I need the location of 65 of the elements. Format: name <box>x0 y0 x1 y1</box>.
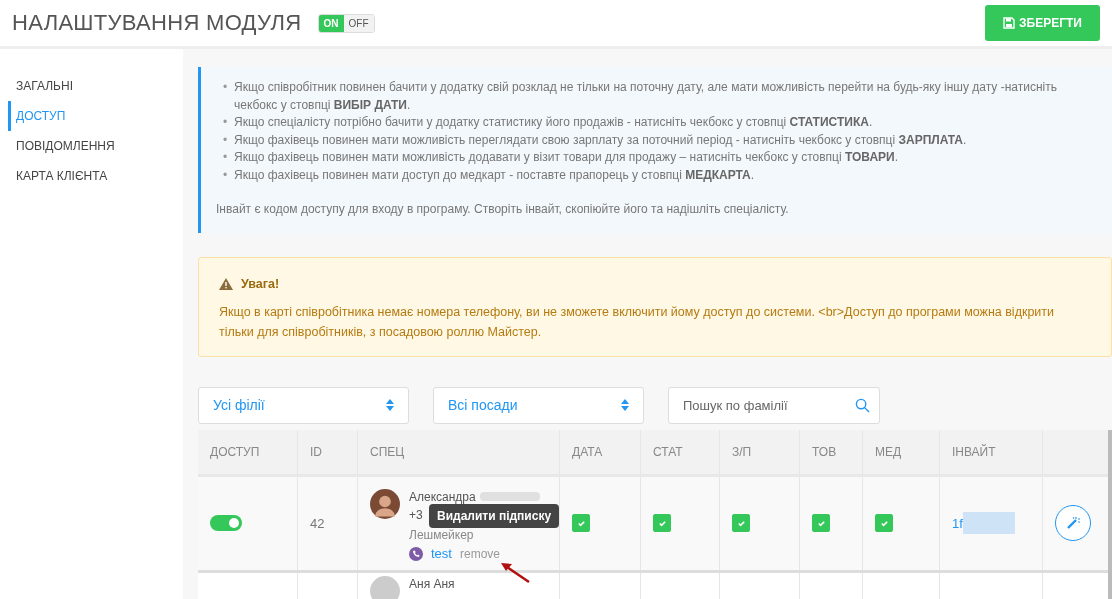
specialist-name: Александра <box>409 488 476 505</box>
info-note: Інвайт є кодом доступу для входу в програму. Створіть інвайт, скопіюйте його та надішліть спеціалісту. <box>216 201 790 218</box>
page-title: НАЛАШТУВАННЯ МОДУЛЯ <box>12 10 302 36</box>
position-dropdown[interactable]: Всі посади <box>433 386 644 424</box>
redacted-bar <box>479 492 540 501</box>
checkbox[interactable] <box>572 514 590 532</box>
info-bullet: Якщо фахівець повинен мати можливість переглядати свою зарплату за поточний період - натисніть чекбокс у стовпці ЗАРПЛАТА. <box>234 131 967 149</box>
column-header: З/П <box>732 444 752 459</box>
check-icon <box>879 518 889 528</box>
column-header: МЕД <box>875 444 902 459</box>
check-icon <box>736 518 746 528</box>
column-header: ТОВ <box>812 444 837 459</box>
role-text: Лешмейкер <box>409 526 475 543</box>
bullet-marker: • <box>221 166 229 184</box>
switch-option[interactable]: ON <box>318 14 344 32</box>
info-bullet: Якщо фахівець повинен мати можливість додавати у візит товари для продажу – натисніть чекбокс у стовпці ТОВАРИ. <box>234 149 899 166</box>
switch-option[interactable]: OFF <box>343 14 374 32</box>
column-header: ID <box>310 444 322 459</box>
column-header: СТАТ <box>653 444 683 459</box>
warning-icon <box>219 277 233 290</box>
tooltip: Видалити підписку <box>429 503 560 528</box>
checkbox[interactable] <box>812 514 830 532</box>
check-icon <box>657 518 667 528</box>
bullet-marker: • <box>221 149 229 166</box>
info-bullet: Якщо співробітник повинен бачити у додатку свій розклад не тільки на поточну дату, але мати можливість перейти на будь-яку іншу дату -натисніть чекбокс у стовпці ВИБІР ДАТИ. <box>234 79 1058 114</box>
arrow-drawing <box>501 561 531 584</box>
invite-code[interactable]: 1f <box>952 515 963 531</box>
warning-text: Якщо в карті співробітника немає номера телефону, ви не зможете включити йому доступ до системи. <br>Доступ до програми можна відкрити тільки для співробітників, з посадовою роллю Майстер. <box>219 303 1056 341</box>
bullet-marker: • <box>221 131 229 149</box>
checkbox[interactable] <box>732 514 750 532</box>
column-header: СПЕЦ <box>370 444 405 459</box>
sidebar-item[interactable]: ЗАГАЛЬНІ <box>8 71 89 101</box>
magic-wand-icon <box>1066 516 1080 530</box>
bullet-marker: • <box>221 114 229 131</box>
check-icon <box>816 518 826 528</box>
branch-dropdown[interactable]: Усі філії <box>198 386 409 424</box>
save-button[interactable]: ЗБЕРЕГТИ <box>985 5 1100 41</box>
remove-link[interactable]: remove <box>459 545 500 562</box>
sidebar-item[interactable]: ПОВІДОМЛЕННЯ <box>8 131 131 161</box>
magic-wand-button[interactable] <box>1055 505 1091 541</box>
phone-icon <box>409 546 423 561</box>
sidebar-item[interactable]: КАРТА КЛІЄНТА <box>8 161 124 191</box>
phone-number: +3 <box>409 506 423 523</box>
sort-caret-icon <box>621 399 629 411</box>
info-bullet: Якщо фахівець повинен мати доступ до медкарт - поставте прапорець у стовпці МЕДКАРТА. <box>234 166 755 184</box>
messenger-link[interactable]: test <box>431 545 452 562</box>
check-icon <box>576 518 586 528</box>
checkbox[interactable] <box>875 514 893 532</box>
warning-title: Увага! <box>241 275 280 293</box>
info-bullet: Якщо спеціалісту потрібно бачити у додатку статистику його продажів - натисніть чекбокс у стовпці СТАТИСТИКА. <box>234 114 873 131</box>
column-header: ДОСТУП <box>210 444 260 459</box>
sidebar-item[interactable]: ДОСТУП <box>8 101 82 131</box>
bullet-marker: • <box>221 79 229 96</box>
checkbox[interactable] <box>653 514 671 532</box>
sort-caret-icon <box>386 399 394 411</box>
specialist-name: Аня Аня <box>409 575 455 592</box>
avatar-icon <box>370 488 400 519</box>
column-header: ДАТА <box>572 444 603 459</box>
redacted-bar <box>962 512 1015 534</box>
table-cell: 42 <box>310 515 325 531</box>
search-icon <box>855 397 870 413</box>
access-toggle[interactable] <box>210 515 242 531</box>
avatar-icon <box>370 575 400 599</box>
column-header: ІНВАЙТ <box>952 444 996 459</box>
search-field[interactable]: Пошук по фамілії <box>668 386 880 424</box>
